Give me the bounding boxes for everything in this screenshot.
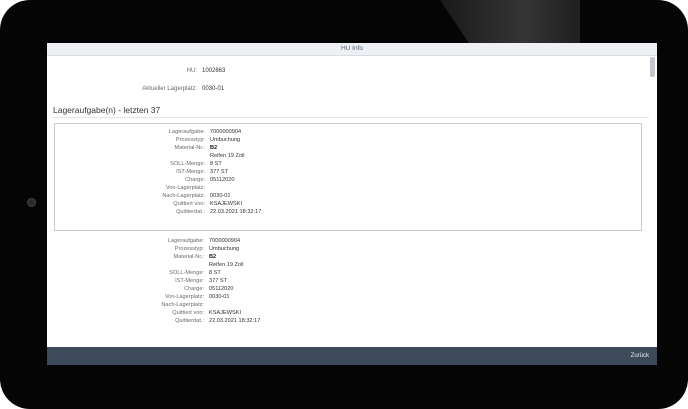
location-label: Aktueller Lagerplatz:	[142, 86, 197, 92]
task-field-label: Charge:	[184, 286, 204, 292]
scrollbar[interactable]	[650, 57, 655, 77]
task-field-value: 7000000904	[210, 129, 242, 135]
task-row: Charge: 05112020	[55, 177, 641, 185]
task-row: Quittiert von: KSAJEWSKI	[55, 201, 641, 209]
task-field-label: Von-Lagerplatz:	[165, 185, 205, 191]
task-field-label: Quittierdat.:	[175, 318, 204, 324]
task-row: Nach-Lagerplatz:	[54, 302, 640, 310]
task-row: SOLL-Menge: 8 ST	[54, 270, 640, 278]
task-row: SOLL-Menge: 8 ST	[55, 161, 641, 169]
task-field-value: 22.03.2021 18:32:17	[209, 318, 261, 324]
task-field-value: Umbuchung	[209, 246, 240, 252]
app-screen: HU Info HU: 1002663 Aktueller Lagerplatz…	[47, 43, 657, 365]
task-field-value: 0030-01	[209, 294, 230, 300]
task-row: Quittiert von: KSAJEWSKI	[54, 310, 640, 318]
task-row: Charge: 05112020	[54, 286, 640, 294]
task-row: Quittierdat.: 22.03.2021 18:32:17	[54, 318, 640, 326]
window-title: HU Info	[47, 43, 657, 56]
task-card[interactable]: Lageraufgabe: 7000000904 Prozesstyp: Umbuch…	[54, 233, 640, 365]
task-row: Lageraufgabe: 7000000904	[55, 129, 641, 137]
location-value: 0030-01	[202, 86, 225, 92]
task-field-value: 22.03.2021 18:32:17	[210, 209, 262, 215]
task-row: Von-Lagerplatz: 0030-01	[54, 294, 640, 302]
task-row: IST-Menge: 377 ST	[55, 169, 641, 177]
task-field-label: Quittierdat.:	[176, 209, 205, 215]
footer-bar: Zurück	[47, 347, 657, 365]
task-field-label: Prozesstyp:	[175, 137, 205, 143]
task-field-label: SOLL-Menge:	[169, 270, 204, 276]
tablet-frame: HU Info HU: 1002663 Aktueller Lagerplatz…	[0, 0, 688, 409]
hu-value: 1002663	[202, 68, 226, 74]
task-field-value: B2	[209, 254, 217, 260]
task-field-value: 7000000904	[209, 238, 241, 244]
task-field-label: IST-Menge:	[175, 278, 204, 284]
hu-label: HU:	[186, 68, 197, 74]
task-row: Reifen 19 Zoll	[55, 153, 641, 161]
task-field-value: Umbuchung	[210, 137, 241, 143]
task-field-label: Quittiert von:	[173, 201, 205, 207]
task-field-value: 8 ST	[210, 161, 222, 167]
task-field-value: 377 ST	[209, 278, 228, 284]
task-field-label: IST-Menge:	[176, 169, 205, 175]
task-field-label: Lageraufgabe:	[167, 238, 204, 244]
back-button[interactable]: Zurück	[631, 347, 649, 365]
task-row: Lageraufgabe: 7000000904	[54, 238, 640, 246]
task-field-label: Material-Nr.:	[173, 254, 204, 260]
task-field-value: 05112020	[210, 177, 235, 183]
task-field-value: 8 ST	[209, 270, 221, 276]
camera-icon	[27, 198, 36, 207]
task-field-label: Charge:	[185, 177, 205, 183]
task-field-label: Nach-Lagerplatz:	[162, 193, 205, 199]
task-field-label: Lageraufgabe:	[168, 129, 205, 135]
task-field-label: Von-Lagerplatz:	[164, 294, 204, 300]
task-row: Reifen 19 Zoll	[54, 262, 640, 270]
screen-glare	[440, 0, 580, 46]
task-field-value: Reifen 19 Zoll	[209, 262, 244, 268]
task-row: Prozesstyp: Umbuchung	[54, 246, 640, 254]
task-field-label: Quittiert von:	[172, 310, 204, 316]
task-row: Von-Lagerplatz:	[55, 185, 641, 193]
task-row: Quittierdat.: 22.03.2021 18:32:17	[55, 209, 641, 217]
task-field-value: Reifen 19 Zoll	[210, 153, 245, 159]
task-card[interactable]: Lageraufgabe: 7000000904 Prozesstyp: Umbuch…	[54, 123, 642, 231]
task-row: Nach-Lagerplatz: 0030-01	[55, 193, 641, 201]
task-field-value: KSAJEWSKI	[209, 310, 242, 316]
task-field-value: KSAJEWSKI	[210, 201, 243, 207]
task-field-value: 377 ST	[210, 169, 229, 175]
section-divider	[53, 117, 649, 118]
task-field-value: B2	[210, 145, 218, 151]
task-field-label: SOLL-Menge:	[170, 161, 205, 167]
task-field-label: Nach-Lagerplatz:	[161, 302, 204, 308]
task-row: Material-Nr.: B2	[55, 145, 641, 153]
task-field-value: 0030-01	[210, 193, 231, 199]
task-field-label: Material-Nr.:	[174, 145, 205, 151]
task-row: Prozesstyp: Umbuchung	[55, 137, 641, 145]
task-field-value: 05112020	[209, 286, 234, 292]
task-field-label: Prozesstyp:	[174, 246, 204, 252]
task-row: Material-Nr.: B2	[54, 254, 640, 262]
section-title: Lageraufgabe(n) - letzten 37	[53, 105, 161, 115]
task-row: IST-Menge: 377 ST	[54, 278, 640, 286]
